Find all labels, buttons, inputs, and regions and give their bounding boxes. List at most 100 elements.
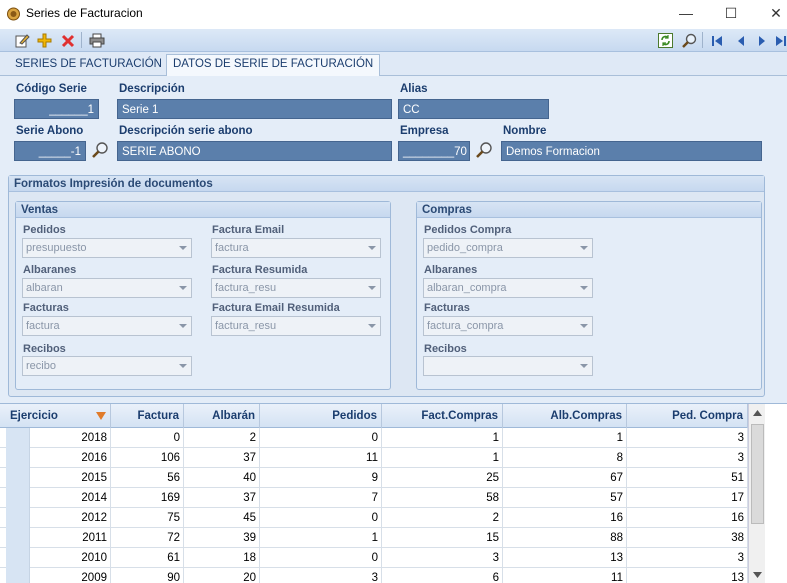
- table-cell[interactable]: 58: [382, 488, 503, 508]
- table-cell[interactable]: 2018: [31, 428, 111, 448]
- table-cell[interactable]: 20: [184, 568, 260, 583]
- row-selector[interactable]: [6, 448, 30, 468]
- factura-email-select[interactable]: factura: [211, 238, 381, 258]
- table-row[interactable]: 2016 106 37 11 1 8 3: [0, 448, 748, 468]
- search-button[interactable]: [679, 31, 698, 50]
- serie-abono-field[interactable]: _____-1: [14, 141, 86, 161]
- last-record-button[interactable]: [771, 31, 787, 50]
- vertical-scrollbar[interactable]: [748, 404, 765, 583]
- maximize-button[interactable]: ☐: [721, 4, 741, 24]
- nombre-field[interactable]: Demos Formacion: [501, 141, 762, 161]
- pedidos-select[interactable]: presupuesto: [22, 238, 192, 258]
- table-cell[interactable]: 0: [260, 508, 382, 528]
- table-cell[interactable]: 3: [627, 548, 748, 568]
- table-cell[interactable]: 37: [184, 448, 260, 468]
- table-cell[interactable]: 56: [111, 468, 184, 488]
- header-albaran[interactable]: Albarán: [184, 404, 260, 428]
- edit-button[interactable]: [13, 31, 32, 50]
- scrollbar-thumb[interactable]: [751, 424, 764, 524]
- table-cell[interactable]: 16: [503, 508, 627, 528]
- table-cell[interactable]: 57: [503, 488, 627, 508]
- table-cell[interactable]: 0: [260, 428, 382, 448]
- table-cell[interactable]: 13: [627, 568, 748, 583]
- refresh-button[interactable]: [656, 31, 675, 50]
- table-cell[interactable]: 38: [627, 528, 748, 548]
- table-cell[interactable]: 2: [184, 428, 260, 448]
- empresa-field[interactable]: ________70: [398, 141, 470, 161]
- table-cell[interactable]: 2012: [31, 508, 111, 528]
- table-cell[interactable]: 40: [184, 468, 260, 488]
- table-cell[interactable]: 0: [260, 548, 382, 568]
- table-cell[interactable]: 2: [382, 508, 503, 528]
- tab-datos-serie[interactable]: DATOS DE SERIE DE FACTURACIÓN: [166, 54, 381, 77]
- table-row[interactable]: 2009 90 20 3 6 11 13: [0, 568, 748, 583]
- header-alb-compras[interactable]: Alb.Compras: [503, 404, 627, 428]
- facturas-select[interactable]: factura: [22, 316, 192, 336]
- table-cell[interactable]: 51: [627, 468, 748, 488]
- table-cell[interactable]: 106: [111, 448, 184, 468]
- row-selector[interactable]: [6, 508, 30, 528]
- table-row[interactable]: 2010 61 18 0 3 13 3: [0, 548, 748, 568]
- table-cell[interactable]: 2010: [31, 548, 111, 568]
- table-cell[interactable]: 8: [503, 448, 627, 468]
- table-cell[interactable]: 90: [111, 568, 184, 583]
- table-cell[interactable]: 1: [382, 428, 503, 448]
- facturas-compra-select[interactable]: factura_compra: [423, 316, 593, 336]
- delete-button[interactable]: [58, 31, 77, 50]
- header-ped-compra[interactable]: Ped. Compra: [627, 404, 748, 428]
- first-record-button[interactable]: [707, 31, 726, 50]
- table-row[interactable]: 2014 169 37 7 58 57 17: [0, 488, 748, 508]
- table-cell[interactable]: 39: [184, 528, 260, 548]
- albaranes-select[interactable]: albaran: [22, 278, 192, 298]
- table-cell[interactable]: 2016: [31, 448, 111, 468]
- header-factura[interactable]: Factura: [111, 404, 184, 428]
- table-row[interactable]: 2012 75 45 0 2 16 16: [0, 508, 748, 528]
- table-cell[interactable]: 2011: [31, 528, 111, 548]
- tab-series-facturacion[interactable]: SERIES DE FACTURACIÓN: [9, 55, 168, 76]
- minimize-button[interactable]: —: [676, 4, 696, 24]
- table-cell[interactable]: 11: [260, 448, 382, 468]
- table-row[interactable]: 2015 56 40 9 25 67 51: [0, 468, 748, 488]
- header-ejercicio[interactable]: Ejercicio: [6, 404, 111, 428]
- recibos-select[interactable]: recibo: [22, 356, 192, 376]
- table-cell[interactable]: 67: [503, 468, 627, 488]
- table-cell[interactable]: 13: [503, 548, 627, 568]
- table-cell[interactable]: 25: [382, 468, 503, 488]
- close-button[interactable]: ✕: [766, 4, 786, 24]
- table-cell[interactable]: 61: [111, 548, 184, 568]
- table-cell[interactable]: 17: [627, 488, 748, 508]
- factura-resumida-select[interactable]: factura_resu: [211, 278, 381, 298]
- scroll-up-icon[interactable]: [753, 410, 762, 416]
- row-selector[interactable]: [6, 468, 30, 488]
- table-cell[interactable]: 6: [382, 568, 503, 583]
- table-cell[interactable]: 1: [260, 528, 382, 548]
- table-cell[interactable]: 3: [260, 568, 382, 583]
- albaranes-compra-select[interactable]: albaran_compra: [423, 278, 593, 298]
- table-cell[interactable]: 2014: [31, 488, 111, 508]
- empresa-search-icon[interactable]: [475, 141, 493, 159]
- serie-abono-search-icon[interactable]: [91, 141, 109, 159]
- table-cell[interactable]: 0: [111, 428, 184, 448]
- table-cell[interactable]: 18: [184, 548, 260, 568]
- alias-field[interactable]: CC: [398, 99, 549, 119]
- table-cell[interactable]: 1: [382, 448, 503, 468]
- table-cell[interactable]: 9: [260, 468, 382, 488]
- previous-record-button[interactable]: [731, 31, 750, 50]
- print-button[interactable]: [87, 31, 106, 50]
- table-cell[interactable]: 3: [627, 448, 748, 468]
- table-cell[interactable]: 15: [382, 528, 503, 548]
- table-cell[interactable]: 3: [627, 428, 748, 448]
- row-selector[interactable]: [6, 548, 30, 568]
- pedidos-compra-select[interactable]: pedido_compra: [423, 238, 593, 258]
- table-cell[interactable]: 2009: [31, 568, 111, 583]
- row-selector[interactable]: [6, 428, 30, 448]
- row-selector[interactable]: [6, 528, 30, 548]
- table-cell[interactable]: 11: [503, 568, 627, 583]
- next-record-button[interactable]: [752, 31, 771, 50]
- table-cell[interactable]: 1: [503, 428, 627, 448]
- table-row[interactable]: 2011 72 39 1 15 88 38: [0, 528, 748, 548]
- row-selector[interactable]: [6, 488, 30, 508]
- header-fact-compras[interactable]: Fact.Compras: [382, 404, 503, 428]
- table-cell[interactable]: 37: [184, 488, 260, 508]
- add-button[interactable]: [35, 31, 54, 50]
